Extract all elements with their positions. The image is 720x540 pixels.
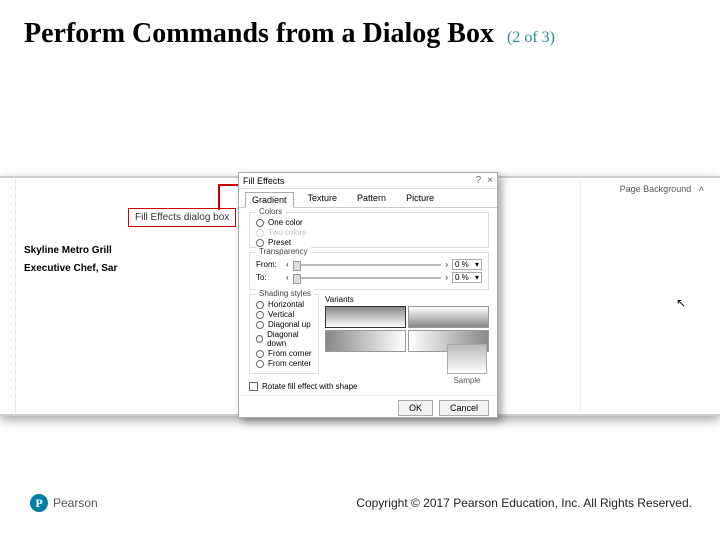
vertical-ruler bbox=[6, 178, 16, 414]
variant-1[interactable] bbox=[325, 306, 406, 328]
title-main: Perform Commands from a Dialog Box bbox=[24, 18, 494, 49]
dialog-footer: OK Cancel bbox=[239, 395, 497, 420]
sample-swatch bbox=[447, 344, 487, 374]
variant-2[interactable] bbox=[408, 306, 489, 328]
callout-fill-effects: Fill Effects dialog box bbox=[128, 208, 236, 227]
radio-two-colors[interactable]: Two colors bbox=[256, 228, 482, 237]
pearson-icon: P bbox=[30, 494, 48, 512]
doc-line-1: Skyline Metro Grill bbox=[24, 242, 117, 260]
colors-group-title: Colors bbox=[256, 207, 285, 216]
from-label: From: bbox=[256, 260, 282, 269]
radio-icon bbox=[256, 229, 264, 237]
tab-pattern[interactable]: Pattern bbox=[351, 191, 392, 207]
rotate-label: Rotate fill effect with shape bbox=[262, 382, 357, 391]
radio-icon bbox=[256, 335, 263, 343]
from-slider[interactable] bbox=[293, 264, 442, 266]
fill-effects-dialog: Fill Effects ? × Gradient Texture Patter… bbox=[238, 172, 498, 418]
tab-picture[interactable]: Picture bbox=[400, 191, 440, 207]
shading-styles-group: Shading styles Horizontal Vertical Diago… bbox=[249, 294, 319, 374]
radio-vertical[interactable]: Vertical bbox=[256, 310, 312, 319]
slide-container: Perform Commands from a Dialog Box (2 of… bbox=[0, 0, 720, 540]
radio-preset[interactable]: Preset bbox=[256, 238, 482, 247]
radio-diagonal-up[interactable]: Diagonal up bbox=[256, 320, 312, 329]
chevron-right-icon[interactable]: › bbox=[445, 273, 448, 282]
help-icon[interactable]: ? bbox=[476, 175, 482, 186]
doc-line-2: Executive Chef, Sar bbox=[24, 260, 117, 278]
radio-icon bbox=[256, 301, 264, 309]
ok-button[interactable]: OK bbox=[398, 400, 433, 416]
to-slider[interactable] bbox=[293, 277, 442, 279]
embedded-screenshot: Skyline Metro Grill Executive Chef, Sar … bbox=[0, 176, 720, 416]
radio-icon bbox=[256, 350, 264, 358]
cursor-icon: ↖ bbox=[676, 296, 686, 310]
title-counter: (2 of 3) bbox=[507, 29, 555, 46]
dialog-tabs: Gradient Texture Pattern Picture bbox=[239, 189, 497, 208]
dialog-body: Colors One color Two colors Preset Trans… bbox=[239, 208, 497, 395]
document-text: Skyline Metro Grill Executive Chef, Sar bbox=[24, 242, 117, 278]
close-icon[interactable]: × bbox=[487, 175, 493, 186]
transparency-group: Transparency From: ‹ › 0 %▾ To: ‹ › 0 %▾ bbox=[249, 252, 489, 290]
chevron-left-icon[interactable]: ‹ bbox=[286, 260, 289, 269]
radio-icon bbox=[256, 311, 264, 319]
radio-icon bbox=[256, 321, 264, 329]
brand-name: Pearson bbox=[53, 496, 98, 510]
radio-icon bbox=[256, 239, 264, 247]
to-spinner[interactable]: 0 %▾ bbox=[452, 272, 482, 283]
chevron-up-icon[interactable]: ˄ bbox=[699, 184, 704, 194]
radio-one-color[interactable]: One color bbox=[256, 218, 482, 227]
radio-diagonal-down[interactable]: Diagonal down bbox=[256, 330, 312, 348]
tab-gradient[interactable]: Gradient bbox=[245, 192, 294, 208]
radio-icon bbox=[256, 360, 264, 368]
chevron-left-icon[interactable]: ‹ bbox=[286, 273, 289, 282]
radio-from-center[interactable]: From center bbox=[256, 359, 312, 368]
checkbox-icon bbox=[249, 382, 258, 391]
chevron-right-icon[interactable]: › bbox=[445, 260, 448, 269]
variants-label: Variants bbox=[325, 295, 354, 304]
radio-icon bbox=[256, 219, 264, 227]
right-panel: Page Background ˄ bbox=[580, 180, 710, 412]
sample-label: Sample bbox=[447, 376, 487, 385]
shading-group-title: Shading styles bbox=[256, 289, 314, 298]
tab-texture[interactable]: Texture bbox=[302, 191, 344, 207]
slide-title: Perform Commands from a Dialog Box (2 of… bbox=[24, 18, 696, 50]
dialog-title: Fill Effects bbox=[243, 176, 284, 186]
brand-logo: P Pearson bbox=[30, 494, 98, 512]
colors-group: Colors One color Two colors Preset bbox=[249, 212, 489, 248]
from-row: From: ‹ › 0 %▾ bbox=[256, 259, 482, 270]
variant-3[interactable] bbox=[325, 330, 406, 352]
radio-horizontal[interactable]: Horizontal bbox=[256, 300, 312, 309]
to-row: To: ‹ › 0 %▾ bbox=[256, 272, 482, 283]
sample-preview: Sample bbox=[447, 344, 487, 385]
transparency-group-title: Transparency bbox=[256, 247, 311, 256]
copyright-footer: Copyright © 2017 Pearson Education, Inc.… bbox=[356, 496, 692, 510]
cancel-button[interactable]: Cancel bbox=[439, 400, 489, 416]
from-spinner[interactable]: 0 %▾ bbox=[452, 259, 482, 270]
dialog-titlebar: Fill Effects ? × bbox=[239, 173, 497, 189]
page-background-label: Page Background ˄ bbox=[587, 184, 704, 194]
callout-fill-effects-line-v bbox=[218, 184, 220, 210]
radio-from-corner[interactable]: From corner bbox=[256, 349, 312, 358]
to-label: To: bbox=[256, 273, 282, 282]
